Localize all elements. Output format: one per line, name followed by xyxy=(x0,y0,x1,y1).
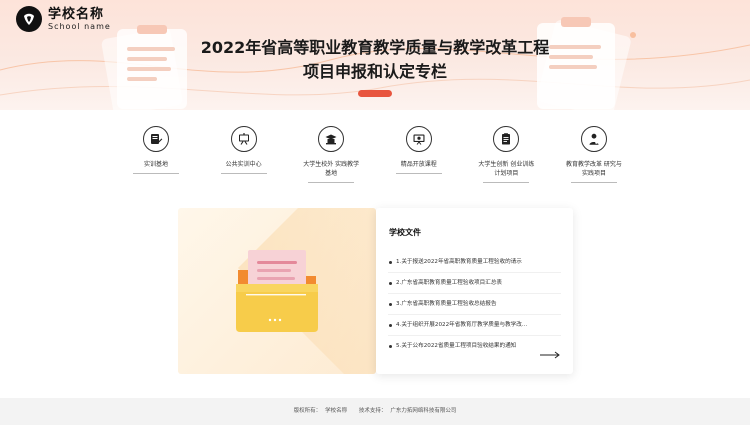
school-files-panel: 学校文件 1.关于报送2022年省高职教育质量工程验收的请示 2.广东省高职教育… xyxy=(376,208,573,374)
school-name: 学校名称 xyxy=(48,6,105,22)
nav-item-teaching-reform[interactable]: 教育教学改革 研究与实践项目 xyxy=(558,126,630,196)
nav-item-divider xyxy=(483,182,530,183)
person-medal-icon xyxy=(580,126,607,152)
list-item[interactable]: 5.关于公布2022省质量工程项目验收结果的通知 xyxy=(388,336,561,357)
school-logo[interactable]: 学校名称 School name xyxy=(16,6,111,32)
page-title-line-1: 2022年省高等职业教育教学质量与教学改革工程 xyxy=(200,38,550,57)
file-link[interactable]: 2.广东省高职教育质量工程验收项目汇总表 xyxy=(396,273,502,293)
title-accent-bar xyxy=(358,90,392,97)
easel-board-icon xyxy=(230,126,257,152)
nav-item-offcampus-practice-base[interactable]: 大学生校外 实践教学基地 xyxy=(295,126,367,196)
nav-item-label: 教育教学改革 研究与实践项目 xyxy=(566,161,622,177)
page-title-line-2: 项目申报和认定专栏 xyxy=(302,62,447,81)
presentation-screen-icon xyxy=(405,126,432,152)
page-title: 2022年省高等职业教育教学质量与教学改革工程 项目申报和认定专栏 xyxy=(0,36,750,84)
list-item[interactable]: 3.广东省高职教育质量工程验收总结报告 xyxy=(388,294,561,315)
nav-item-divider xyxy=(308,182,355,183)
footer-support-label: 技术支持： xyxy=(358,408,387,414)
folder-illustration xyxy=(178,208,376,374)
footer: 版权所有： 学校名称 技术支持： 广东力拓网络科技有限公司 xyxy=(0,398,750,425)
graduation-cap-icon xyxy=(318,126,345,152)
files-heading: 学校文件 xyxy=(389,228,421,240)
nav-item-label: 精品开放课程 xyxy=(400,161,437,168)
pen-paper-icon xyxy=(143,126,169,152)
folder-icon xyxy=(236,250,318,332)
school-files-card: 学校文件 1.关于报送2022年省高职教育质量工程验收的请示 2.广东省高职教育… xyxy=(178,208,573,374)
category-nav: 实训基地 公共实训中心 大学生校外 实践教学基地 精品开放课程 大学生创新 创业… xyxy=(120,126,630,196)
nav-item-innovation-training[interactable]: 大学生创新 创业训练计划项目 xyxy=(470,126,542,196)
nav-item-public-training-center[interactable]: 公共实训中心 xyxy=(208,126,280,196)
file-link[interactable]: 5.关于公布2022省质量工程项目验收结果的通知 xyxy=(396,336,516,357)
nav-item-training-base[interactable]: 实训基地 xyxy=(120,126,192,196)
list-item[interactable]: 1.关于报送2022年省高职教育质量工程验收的请示 xyxy=(388,252,561,273)
bullet-icon xyxy=(389,323,392,327)
nav-item-divider xyxy=(133,173,179,174)
school-name-en: School name xyxy=(48,21,111,31)
bullet-icon xyxy=(389,345,392,348)
nav-item-label: 大学生校外 实践教学基地 xyxy=(303,161,360,177)
footer-support-value[interactable]: 广东力拓网络科技有限公司 xyxy=(390,408,456,414)
file-link[interactable]: 4.关于组织开展2022年省教育厅教学质量与教学改... xyxy=(396,315,527,335)
header-banner: 学校名称 School name 2022年省高等职业教育教学质量与教学改革工程… xyxy=(0,0,750,110)
arrow-right-icon xyxy=(540,351,560,359)
school-emblem-icon xyxy=(16,6,42,32)
nav-item-divider xyxy=(220,173,267,174)
nav-item-label: 大学生创新 创业训练计划项目 xyxy=(478,161,535,177)
clipboard-document-icon xyxy=(493,126,520,152)
list-item[interactable]: 2.广东省高职教育质量工程验收项目汇总表 xyxy=(388,273,561,294)
nav-item-label: 公共实训中心 xyxy=(225,161,262,168)
bullet-icon xyxy=(389,281,392,285)
more-files-button[interactable] xyxy=(539,344,561,363)
nav-item-divider xyxy=(395,173,442,174)
file-link[interactable]: 1.关于报送2022年省高职教育质量工程验收的请示 xyxy=(396,252,522,272)
bullet-icon xyxy=(389,260,392,264)
bullet-icon xyxy=(389,302,392,306)
nav-item-divider xyxy=(570,182,617,183)
nav-item-label: 实训基地 xyxy=(143,161,168,168)
files-list: 1.关于报送2022年省高职教育质量工程验收的请示 2.广东省高职教育质量工程验… xyxy=(388,252,561,357)
footer-copyright-label: 版权所有： xyxy=(293,408,322,414)
file-link[interactable]: 3.广东省高职教育质量工程验收总结报告 xyxy=(396,294,496,314)
list-item[interactable]: 4.关于组织开展2022年省教育厅教学质量与教学改... xyxy=(388,315,561,336)
nav-item-open-courses[interactable]: 精品开放课程 xyxy=(383,126,455,196)
footer-copyright-value: 学校名称 xyxy=(325,408,348,414)
